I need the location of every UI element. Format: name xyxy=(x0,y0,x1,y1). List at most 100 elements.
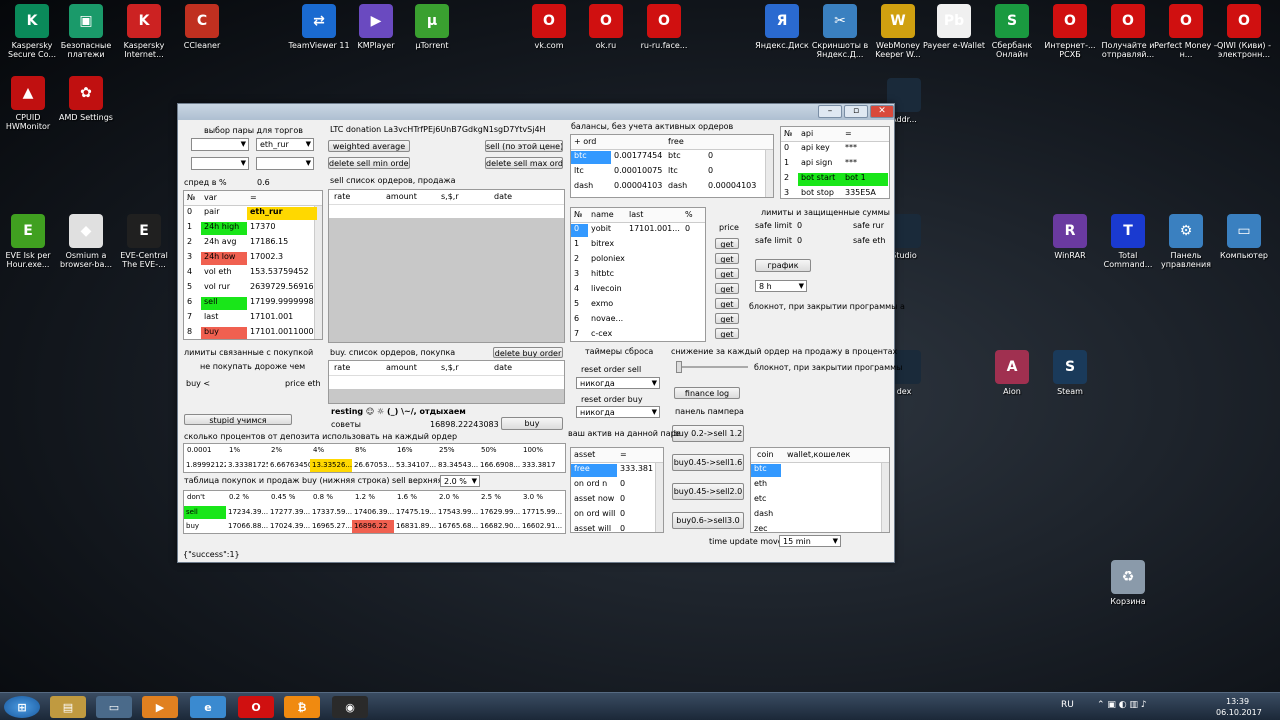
sell-this-price-button[interactable]: sell (по этой цене) xyxy=(485,140,563,152)
buysell-percent-combo[interactable]: 2.0 % ▼ xyxy=(440,475,480,487)
table-row[interactable]: 1 api sign *** xyxy=(781,157,889,172)
table-row[interactable]: 2 bot start bot 1 xyxy=(781,172,889,187)
deposit-table[interactable]: 0.0001 1.89992122 1% 3.33381725 2% 6.66763450… xyxy=(183,443,566,473)
desktop-icon[interactable]: K Kaspersky Internet... xyxy=(112,4,176,59)
table-cell[interactable]: buy xyxy=(184,520,226,533)
table-row[interactable]: 0 yobit 17101.001... 0 xyxy=(571,223,705,238)
get-button[interactable]: get xyxy=(715,268,739,279)
desktop-icon[interactable]: ▣ Безопасные платежи xyxy=(54,4,118,59)
table-row[interactable]: 4 livecoin xyxy=(571,283,705,298)
pair-combo-1[interactable]: ▼ xyxy=(191,138,249,151)
table-row[interactable]: 5 vol rur 2639729.56916 xyxy=(184,281,322,296)
language-indicator[interactable]: RU xyxy=(1061,700,1074,710)
assets-table[interactable]: asset = free 333.381 on ord n 0 asset now 0 on o… xyxy=(570,447,664,533)
table-cell[interactable]: 16831.89... xyxy=(394,520,436,533)
delete-buy-order-button[interactable]: delete buy order xyxy=(493,347,563,358)
pair-combo-3[interactable]: ▼ xyxy=(191,157,249,170)
desktop-icon[interactable]: Я Яндекс.Диск xyxy=(750,4,814,50)
pair-combo-2[interactable]: eth_rur ▼ xyxy=(256,138,314,151)
pair-combo-4[interactable]: ▼ xyxy=(256,157,314,170)
obs-taskbar-icon[interactable]: ◉ xyxy=(332,696,368,718)
buysell-table[interactable]: don't sell buy 0.2 % 17234.39... 17066.88... 0… xyxy=(183,490,566,534)
desktop-icon[interactable]: ▲ CPUID HWMonitor xyxy=(0,76,60,131)
desktop-icon[interactable]: A Aion xyxy=(980,350,1044,396)
table-row[interactable]: 4 vol eth 153.53759452 xyxy=(184,266,322,281)
desktop-icon[interactable]: ⚙ Панель управления xyxy=(1154,214,1218,269)
stupid-button[interactable]: stupid учимся xyxy=(184,414,292,425)
table-cell[interactable]: 16682.90... xyxy=(478,520,520,533)
delete-sell-max-button[interactable]: delete sell max ord xyxy=(485,157,563,169)
explorer-taskbar-icon[interactable]: ▤ xyxy=(50,696,86,718)
desktop-icon[interactable]: Pb Payeer e-Wallet xyxy=(922,4,986,50)
sell-orders-table[interactable]: rate amount s,$,r date xyxy=(328,189,565,343)
table-row[interactable]: 8 buy 17101.0011000 xyxy=(184,326,322,339)
minimize-button[interactable]: – xyxy=(818,105,842,118)
table-row[interactable]: 2 24h avg 17186.15 xyxy=(184,236,322,251)
get-button[interactable]: get xyxy=(715,313,739,324)
table-row[interactable]: 6 sell 17199.9999998 xyxy=(184,296,322,311)
table-row[interactable]: 0 api key *** xyxy=(781,142,889,157)
desktop-icon[interactable]: ✿ AMD Settings xyxy=(54,76,118,122)
get-button[interactable]: get xyxy=(715,283,739,294)
desktop-icon[interactable]: O Получайте и отправляй... xyxy=(1096,4,1160,59)
desktop-icon[interactable]: ▭ Компьютер xyxy=(1212,214,1276,260)
table-cell[interactable]: 17715.99... xyxy=(520,506,565,519)
table-row[interactable] xyxy=(329,375,564,389)
tray-icons[interactable]: ⌃ ▣ ◐ ▥ ♪ xyxy=(1097,700,1147,710)
buy-button[interactable]: buy xyxy=(501,417,563,430)
desktop-icon[interactable]: ▶ KMPlayer xyxy=(344,4,408,50)
table-row[interactable]: zec xyxy=(751,523,889,532)
safe-limit-value-2[interactable]: 0 xyxy=(797,236,802,245)
desktop-icon[interactable]: Ovk.com xyxy=(517,4,581,50)
table-row[interactable]: dash 0.00004103 dash 0.00004103 xyxy=(571,180,773,195)
desktop-icon[interactable]: O QIWI (Киви) - электронн... xyxy=(1212,4,1276,59)
desktop-icon[interactable]: ⇄ TeamViewer 11 xyxy=(287,4,351,50)
table-row[interactable]: on ord n 0 xyxy=(571,478,663,493)
table-row[interactable]: on ord will 0 xyxy=(571,508,663,523)
table-row[interactable]: 7 last 17101.001 xyxy=(184,311,322,326)
balances-table[interactable]: + ord free btc 0.00177454 btc 0 ltc 0.00010075 l… xyxy=(570,134,774,198)
graph-period-combo[interactable]: 8 h ▼ xyxy=(755,280,807,292)
table-row[interactable]: 6 novae... xyxy=(571,313,705,328)
close-button[interactable]: ✕ xyxy=(870,105,894,118)
clock-date[interactable]: 06.10.2017 xyxy=(1216,708,1262,717)
get-button[interactable]: get xyxy=(715,253,739,264)
table-cell[interactable]: 17234.39... xyxy=(226,506,268,519)
table-row[interactable]: btc 0.00177454 btc 0 xyxy=(571,150,773,165)
media-taskbar-icon[interactable]: ▶ xyxy=(142,696,178,718)
table-row[interactable]: dash xyxy=(751,508,889,523)
start-button[interactable]: ⊞ xyxy=(4,696,40,718)
wallet-table[interactable]: coin wallet,кошелек btc eth etc dash zec xyxy=(750,447,890,533)
table-row[interactable]: free 333.381 xyxy=(571,463,663,478)
table-row[interactable]: 1 bitrex xyxy=(571,238,705,253)
notepad-taskbar-icon[interactable]: ▭ xyxy=(96,696,132,718)
weighted-average-button[interactable]: weighted average xyxy=(328,140,410,152)
desktop-icon[interactable]: E EVE-Central The EVE-... xyxy=(112,214,176,269)
table-row[interactable]: 7 c-cex xyxy=(571,328,705,341)
get-button[interactable]: get xyxy=(715,298,739,309)
decrease-slider-handle[interactable] xyxy=(676,361,682,373)
finance-log-button[interactable]: finance log xyxy=(674,387,740,399)
bitcoin-taskbar-icon[interactable]: ₿ xyxy=(284,696,320,718)
pump-button[interactable]: buy 0.2->sell 1.2 xyxy=(672,425,744,442)
table-row[interactable]: etc xyxy=(751,493,889,508)
desktop-icon[interactable]: µ µTorrent xyxy=(400,4,464,50)
time-update-combo[interactable]: 15 min ▼ xyxy=(779,535,841,547)
table-row[interactable]: 1 24h high 17370 xyxy=(184,221,322,236)
table-row[interactable]: asset will 0 xyxy=(571,523,663,532)
get-button[interactable]: get xyxy=(715,238,739,249)
reset-sell-combo[interactable]: никогда ▼ xyxy=(576,377,660,389)
table-cell[interactable]: 17024.39... xyxy=(268,520,310,533)
buy-orders-table[interactable]: rate amount s,$,r date xyxy=(328,360,565,404)
graph-button[interactable]: график xyxy=(755,259,811,272)
api-table[interactable]: № api = 0 api key *** 1 api sign *** 2 bot start bo… xyxy=(780,126,890,199)
safe-limit-value-1[interactable]: 0 xyxy=(797,221,802,230)
reset-buy-combo[interactable]: никогда ▼ xyxy=(576,406,660,418)
desktop-icon[interactable]: C CCleaner xyxy=(170,4,234,50)
table-cell[interactable]: 17406.39... xyxy=(352,506,394,519)
opera-taskbar-icon[interactable]: O xyxy=(238,696,274,718)
table-cell[interactable]: 17066.88... xyxy=(226,520,268,533)
desktop-icon[interactable]: Oru-ru.face... xyxy=(632,4,696,50)
table-cell[interactable]: 17337.59... xyxy=(310,506,352,519)
pump-button[interactable]: buy0.45->sell2.0 xyxy=(672,483,744,500)
